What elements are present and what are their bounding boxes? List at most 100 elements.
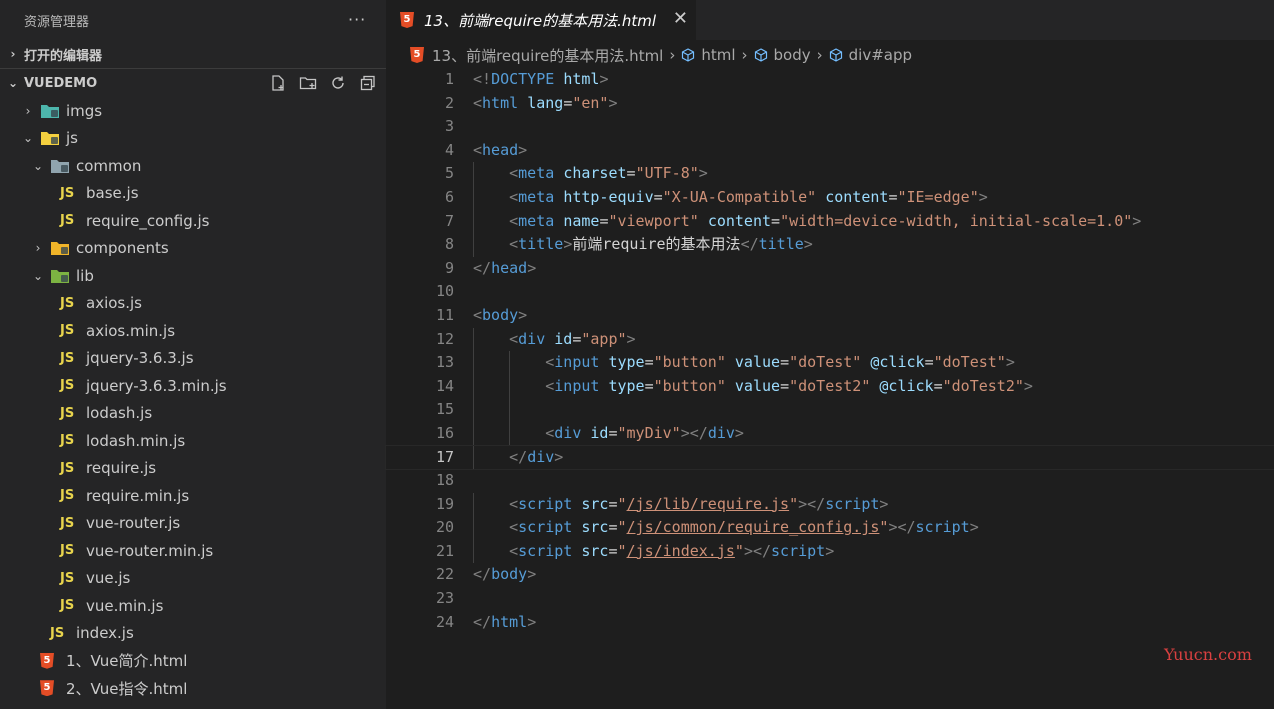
tree-item-label: axios.min.js	[86, 321, 176, 340]
code-line[interactable]: 14 <input type="button" value="doTest2" …	[386, 374, 1274, 399]
js-badge: JS	[60, 570, 75, 586]
code-line[interactable]: 2 <html lang="en">	[386, 92, 1274, 116]
code-token: html	[491, 612, 528, 631]
new-file-icon[interactable]	[268, 73, 288, 93]
folder-icon	[50, 268, 72, 284]
code-line[interactable]: 3	[386, 115, 1274, 139]
code-token: src	[581, 541, 609, 560]
project-section[interactable]: ⌄ VUEDEMO	[0, 68, 386, 97]
file-item[interactable]: JS jquery-3.6.3.js	[0, 345, 386, 373]
js-badge: JS	[60, 378, 75, 394]
code-line[interactable]: 12 <div id="app">	[386, 327, 1274, 352]
code-line[interactable]: 11 <body>	[386, 304, 1274, 328]
folder-item[interactable]: ⌄ lib	[0, 262, 386, 290]
tab-bar: 5 13、前端require的基本用法.html ✕	[386, 0, 1274, 40]
file-item[interactable]: JS require.min.js	[0, 482, 386, 510]
js-badge: JS	[60, 213, 75, 229]
code-token: body	[491, 565, 528, 584]
folder-item[interactable]: › imgs	[0, 97, 386, 125]
code-line[interactable]: 22 </body>	[386, 563, 1274, 587]
code-line[interactable]: 21 <script src="/js/index.js"></script>	[386, 539, 1274, 564]
html5-icon: 5	[40, 680, 54, 697]
tree-item-label: jquery-3.6.3.js	[86, 349, 194, 368]
breadcrumb-div-app[interactable]: div#app	[849, 46, 912, 64]
code-editor[interactable]: 1 <!DOCTYPE html> 2 <html lang="en"> 3 4 <head…	[385, 68, 1274, 635]
file-item[interactable]: JS lodash.min.js	[0, 427, 386, 455]
code-token: 前端require的基本用法	[572, 235, 741, 254]
code-token: head	[491, 258, 528, 277]
file-item[interactable]: JS jquery-3.6.3.min.js	[0, 372, 386, 400]
code-line[interactable]: 13 <input type="button" value="doTest" @…	[386, 351, 1274, 375]
html-file-icon: 5	[40, 652, 62, 669]
file-item[interactable]: 5 2、Vue指令.html	[0, 675, 386, 703]
tree-item-label: lib	[76, 266, 94, 285]
code-line[interactable]: 23	[386, 587, 1274, 611]
code-line[interactable]: 7 <meta name="viewport" content="width=d…	[386, 209, 1274, 234]
code-token: >	[527, 565, 537, 584]
tab-active-file[interactable]: 5 13、前端require的基本用法.html ✕	[386, 0, 696, 40]
code-token: >	[879, 494, 889, 513]
element-icon	[829, 48, 842, 62]
code-line[interactable]: 6 <meta http-equiv="X-UA-Compatible" con…	[386, 185, 1274, 210]
code-token: content	[707, 211, 772, 230]
folder-item[interactable]: ⌄ common	[0, 152, 386, 180]
file-item[interactable]: JS index.js	[0, 620, 386, 648]
tree-item-label: vue-router.js	[86, 514, 181, 533]
breadcrumb-file[interactable]: 13、前端require的基本用法.html	[432, 45, 663, 66]
chevron-right-icon: ›	[669, 46, 676, 64]
code-token: body	[482, 305, 519, 324]
code-line[interactable]: 1 <!DOCTYPE html>	[386, 68, 1274, 92]
js-file-icon: JS	[60, 213, 82, 228]
breadcrumb-body[interactable]: body	[774, 46, 811, 64]
code-line[interactable]: 19 <script src="/js/lib/require.js"></sc…	[386, 492, 1274, 517]
js-badge: JS	[60, 350, 75, 366]
code-token: div	[518, 329, 546, 348]
more-actions-icon[interactable]: ···	[348, 10, 366, 29]
breadcrumb-html[interactable]: html	[701, 46, 735, 64]
code-line[interactable]: 5 <meta charset="UTF-8">	[386, 162, 1274, 186]
open-editors-section[interactable]: › 打开的编辑器	[0, 40, 386, 68]
file-item[interactable]: JS lodash.js	[0, 400, 386, 428]
code-line[interactable]: 9 </head>	[386, 257, 1274, 281]
code-token: id	[590, 423, 609, 442]
code-token: /js/index.js	[626, 541, 735, 560]
file-item[interactable]: JS vue-router.js	[0, 510, 386, 538]
code-text: <input type="button" value="doTest2" @cl…	[473, 375, 1033, 399]
tree-item-label: index.js	[76, 624, 134, 643]
code-line[interactable]: 15	[386, 398, 1274, 422]
file-item[interactable]: 5 1、Vue简介.html	[0, 647, 386, 675]
line-number: 2	[444, 93, 454, 112]
html5-icon: 5	[400, 12, 414, 28]
code-token: <	[509, 187, 519, 206]
js-file-icon: JS	[60, 186, 82, 201]
code-line[interactable]: 20 <script src="/js/common/require_confi…	[386, 516, 1274, 540]
folder-item[interactable]: › components	[0, 235, 386, 263]
file-item[interactable]: JS require.js	[0, 455, 386, 483]
code-line[interactable]: 10	[386, 280, 1274, 304]
code-line[interactable]: 8 <title>前端require的基本用法</title>	[386, 233, 1274, 257]
js-badge: JS	[60, 295, 75, 311]
code-line[interactable]: 4 <head>	[386, 139, 1274, 163]
file-item[interactable]: JS vue.js	[0, 565, 386, 593]
code-line[interactable]: 17 </div>	[385, 444, 1274, 471]
collapse-all-icon[interactable]	[358, 73, 378, 93]
file-item[interactable]: JS require_config.js	[0, 207, 386, 235]
refresh-icon[interactable]	[328, 73, 348, 93]
file-item[interactable]: JS axios.min.js	[0, 317, 386, 345]
file-item[interactable]: JS axios.js	[0, 290, 386, 318]
file-item[interactable]: JS vue.min.js	[0, 592, 386, 620]
new-folder-icon[interactable]	[298, 73, 318, 93]
code-line[interactable]: 16 <div id="myDiv"></div>	[386, 421, 1274, 446]
code-line[interactable]: 18	[386, 469, 1274, 493]
code-token: >	[608, 93, 618, 112]
file-item[interactable]: JS base.js	[0, 180, 386, 208]
code-token: "doTest2"	[789, 376, 871, 395]
file-item[interactable]: JS vue-router.min.js	[0, 537, 386, 565]
folder-item[interactable]: ⌄ js	[0, 125, 386, 153]
close-icon[interactable]: ✕	[673, 8, 688, 29]
code-token: >	[1023, 376, 1033, 395]
code-line[interactable]: 24 </html>	[386, 611, 1274, 635]
